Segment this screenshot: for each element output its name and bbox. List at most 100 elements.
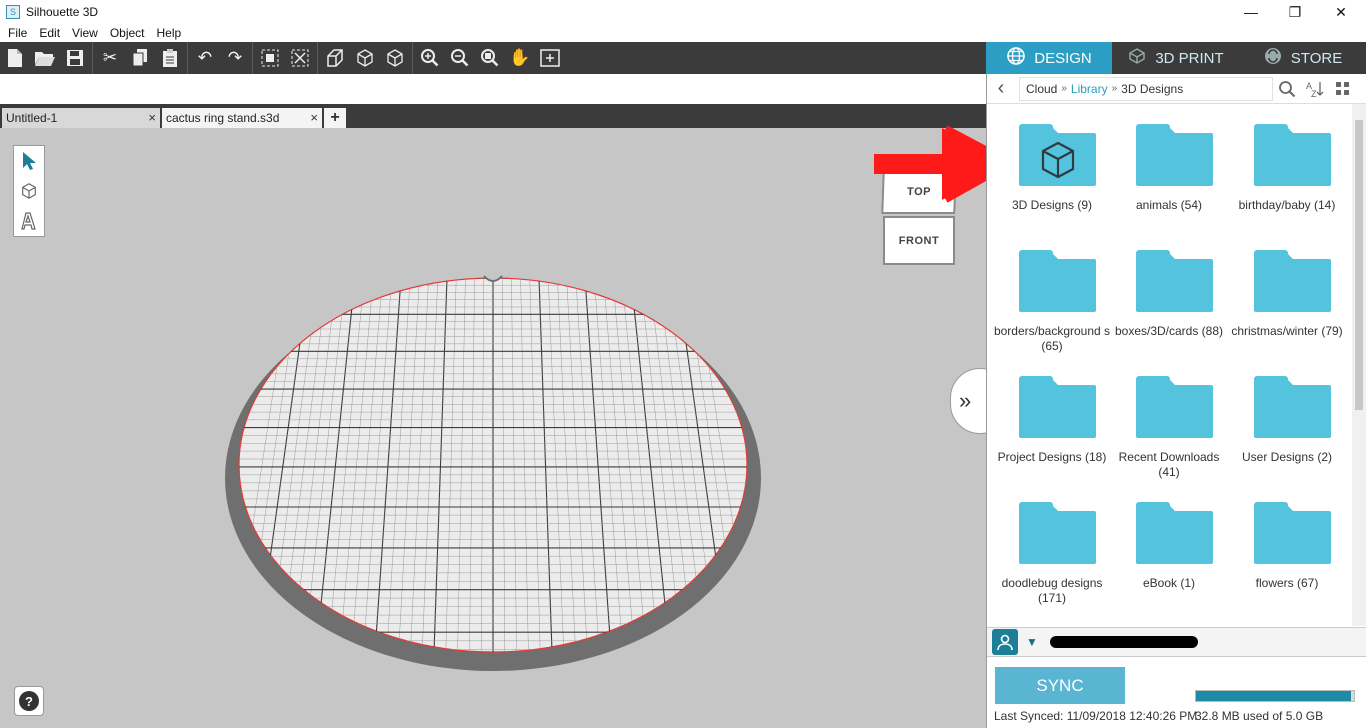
- sync-button[interactable]: SYNC: [995, 667, 1125, 704]
- close-tab-icon[interactable]: ×: [310, 110, 318, 125]
- menu-view[interactable]: View: [66, 26, 104, 40]
- document-tabs: Untitled-1 × cactus ring stand.s3d × +: [0, 104, 986, 128]
- folder-icon: [1019, 124, 1096, 186]
- close-tab-icon[interactable]: ×: [148, 110, 156, 125]
- maximize-button[interactable]: ❐: [1272, 0, 1318, 24]
- folder-flowers[interactable]: flowers (67): [1228, 488, 1346, 608]
- panel-tabs: DESIGN 3D PRINT STORE: [986, 42, 1366, 74]
- text-tool-icon[interactable]: [14, 206, 44, 236]
- grid-view-icon[interactable]: [1329, 74, 1357, 104]
- folder-icon: [1019, 250, 1096, 312]
- fit-page-icon[interactable]: [535, 42, 565, 74]
- close-window-button[interactable]: ✕: [1318, 0, 1364, 24]
- new-file-icon[interactable]: [0, 42, 30, 74]
- folder-label: 3D Designs (9): [1011, 198, 1093, 212]
- undo-icon[interactable]: ↶: [190, 42, 220, 74]
- copy-icon[interactable]: [125, 42, 155, 74]
- tab-label: STORE: [1290, 49, 1343, 67]
- save-icon[interactable]: [60, 42, 90, 74]
- pan-hand-icon[interactable]: ✋: [505, 42, 535, 74]
- folder-label: doodlebug designs (171): [1001, 576, 1103, 605]
- extrude-icon[interactable]: [320, 42, 350, 74]
- breadcrumb-separator: »: [1061, 83, 1067, 94]
- folder-icon: [1254, 376, 1331, 438]
- open-folder-icon[interactable]: [30, 42, 60, 74]
- tab-store[interactable]: STORE: [1239, 42, 1366, 74]
- folder-user-designs[interactable]: User Designs (2): [1228, 362, 1346, 482]
- select-arrow-icon[interactable]: [14, 146, 44, 176]
- title-bar: S Silhouette 3D — ❐ ✕: [0, 0, 1366, 24]
- tab-untitled-1[interactable]: Untitled-1 ×: [2, 108, 160, 128]
- folder-icon: [1254, 502, 1331, 564]
- toolbar-options-bar: [0, 74, 986, 104]
- tab-design[interactable]: DESIGN: [986, 42, 1112, 74]
- zoom-in-icon[interactable]: [415, 42, 445, 74]
- breadcrumb-separator: »: [1111, 83, 1118, 94]
- add-tab-button[interactable]: +: [324, 108, 346, 128]
- tool-palette: [13, 145, 45, 237]
- viewcube-front[interactable]: FRONT: [883, 216, 955, 265]
- tab-label: DESIGN: [1034, 49, 1092, 67]
- breadcrumb-cloud[interactable]: Cloud: [1026, 82, 1057, 96]
- folder-boxes-3d-cards[interactable]: boxes/3D/cards (88): [1110, 236, 1228, 356]
- tab-3d-print[interactable]: 3D PRINT: [1112, 42, 1239, 74]
- store-icon: [1263, 46, 1283, 71]
- folder-label: christmas/winter (79): [1231, 324, 1343, 338]
- folder-3d-designs[interactable]: 3D Designs (9): [993, 110, 1111, 230]
- group-icon[interactable]: [255, 42, 285, 74]
- folder-recent-downloads[interactable]: Recent Downloads (41): [1110, 362, 1228, 482]
- zoom-out-icon[interactable]: [445, 42, 475, 74]
- back-chevron-icon[interactable]: ‹: [987, 74, 1015, 104]
- storage-usage-bar: [1195, 690, 1355, 702]
- cut-icon[interactable]: ✂: [95, 42, 125, 74]
- menu-file[interactable]: File: [2, 26, 33, 40]
- folder-label: borders/background s (65): [993, 324, 1111, 353]
- folder-icon: [1136, 124, 1213, 186]
- folder-doodlebug-designs[interactable]: doodlebug designs (171): [993, 488, 1111, 608]
- help-button[interactable]: ?: [14, 686, 44, 716]
- folder-borders-backgrounds[interactable]: borders/background s (65): [993, 236, 1111, 356]
- redacted-username: [1049, 636, 1198, 648]
- folder-christmas-winter[interactable]: christmas/winter (79): [1228, 236, 1346, 356]
- folder-icon: [1019, 376, 1096, 438]
- user-dropdown-icon[interactable]: ▼: [1026, 635, 1038, 649]
- folder-label: Recent Downloads (41): [1118, 450, 1220, 479]
- 3d-viewport[interactable]: [0, 128, 986, 728]
- menu-help[interactable]: Help: [151, 26, 188, 40]
- folder-icon: [1136, 376, 1213, 438]
- scrollbar-thumb[interactable]: [1355, 120, 1363, 410]
- folder-icon: [1136, 250, 1213, 312]
- cube-solid-icon[interactable]: [380, 42, 410, 74]
- menu-bar: File Edit View Object Help: [0, 24, 1366, 42]
- cube-wireframe-icon[interactable]: [350, 42, 380, 74]
- ungroup-icon[interactable]: [285, 42, 315, 74]
- folder-birthday-baby[interactable]: birthday/baby (14): [1228, 110, 1346, 230]
- user-bar: ▼: [987, 627, 1366, 657]
- toolbar-divider: [92, 42, 93, 74]
- menu-edit[interactable]: Edit: [33, 26, 66, 40]
- sort-az-icon[interactable]: AZ: [1301, 74, 1329, 104]
- cube-tool-icon[interactable]: [14, 176, 44, 206]
- toolbar-divider: [412, 42, 413, 74]
- folder-label: boxes/3D/cards (88): [1114, 324, 1224, 338]
- storage-usage-text: 32.8 MB used of 5.0 GB: [1195, 709, 1324, 723]
- folder-icon: [1254, 124, 1331, 186]
- cube-icon: [1041, 141, 1074, 178]
- tab-cactus-ring-stand[interactable]: cactus ring stand.s3d ×: [162, 108, 322, 128]
- breadcrumb-library[interactable]: Library: [1071, 82, 1108, 96]
- minimize-button[interactable]: —: [1228, 0, 1274, 24]
- breadcrumb-current: 3D Designs: [1121, 81, 1184, 96]
- search-icon[interactable]: [1273, 74, 1301, 104]
- paste-icon[interactable]: [155, 42, 185, 74]
- redo-icon[interactable]: ↷: [220, 42, 250, 74]
- user-avatar-icon[interactable]: [992, 629, 1018, 655]
- folder-ebook[interactable]: eBook (1): [1110, 488, 1228, 608]
- app-logo-icon: S: [6, 5, 20, 19]
- folder-label: flowers (67): [1255, 576, 1319, 590]
- folder-project-designs[interactable]: Project Designs (18): [993, 362, 1111, 482]
- zoom-fit-icon[interactable]: [475, 42, 505, 74]
- printer-cube-icon: [1127, 46, 1147, 71]
- menu-object[interactable]: Object: [104, 26, 151, 40]
- breadcrumb: Cloud » Library » 3D Designs: [1019, 76, 1273, 101]
- folder-animals[interactable]: animals (54): [1110, 110, 1228, 230]
